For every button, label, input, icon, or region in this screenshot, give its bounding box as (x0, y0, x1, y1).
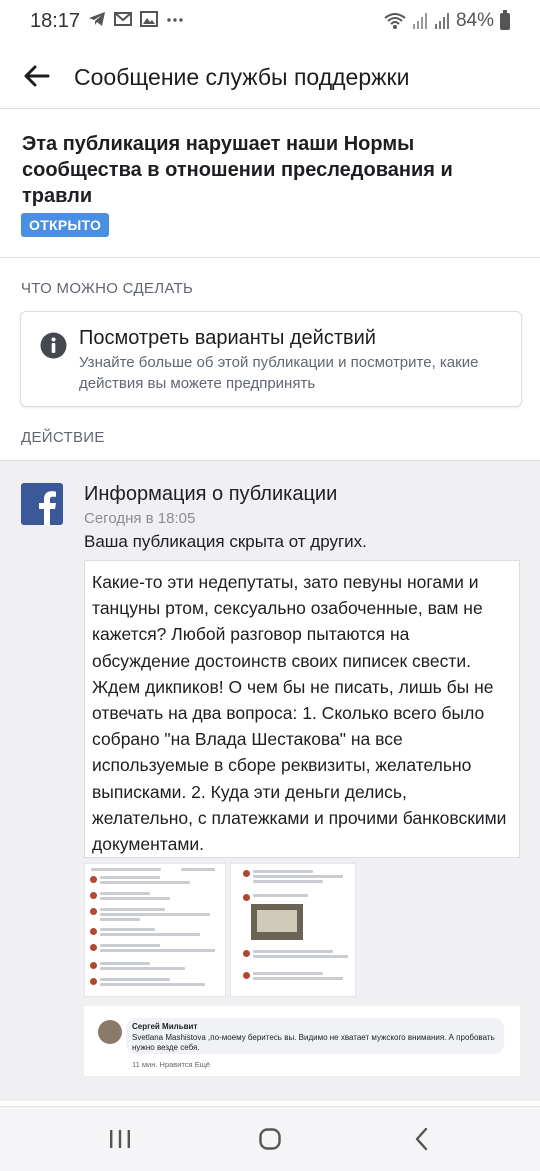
attached-screenshot-2[interactable] (230, 863, 356, 997)
section-label-action: ДЕЙСТВИЕ (21, 429, 105, 446)
status-time: 18:17 (30, 10, 81, 32)
back-nav-icon[interactable] (402, 1123, 442, 1155)
attached-screenshot-1[interactable] (84, 863, 226, 997)
gallery-icon (140, 11, 158, 27)
activity-item: Информация о публикации Сегодня в 18:05 … (0, 460, 540, 1101)
facebook-logo-icon (21, 483, 63, 525)
comment-bubble: Сергей Мильвит Svetlana Mashistova ,по-м… (126, 1018, 504, 1054)
back-arrow-icon[interactable] (22, 62, 50, 90)
info-icon (40, 332, 67, 359)
telegram-icon (89, 12, 105, 26)
page-title: Сообщение службы поддержки (74, 64, 410, 90)
post-text: Какие-то эти недепутаты, зато певуны ног… (92, 572, 507, 855)
status-badge: ОТКРЫТО (21, 213, 110, 237)
system-nav-bar (0, 1106, 540, 1171)
status-bar: 18:17 84% (0, 0, 540, 44)
battery-percent: 84% (455, 10, 494, 31)
gmail-icon (114, 12, 132, 26)
options-title: Посмотреть варианты действий (79, 327, 376, 349)
more-dots-icon (167, 18, 183, 22)
signal-icon-2 (434, 13, 449, 29)
violation-headline: Эта публикация нарушает наши Нормы сообщ… (22, 133, 453, 207)
section-label-what-can-do: ЧТО МОЖНО СДЕЛАТЬ (21, 280, 194, 297)
app-bar: Сообщение службы поддержки (0, 44, 540, 109)
activity-description: Ваша публикация скрыта от других. (84, 532, 367, 551)
options-subtitle: Узнайте больше об этой публикации и посм… (79, 354, 479, 392)
comment-text: Svetlana Mashistova ,по-моему беритесь в… (132, 1033, 495, 1052)
recent-apps-icon[interactable] (100, 1123, 140, 1155)
wifi-icon (384, 13, 406, 29)
battery-icon (500, 9, 510, 30)
post-content-box: Какие-то эти недепутаты, зато певуны ног… (84, 560, 520, 858)
activity-title: Информация о публикации (84, 483, 338, 505)
comment-meta: 11 мин. Нравится Ещё (132, 1060, 211, 1069)
activity-timestamp: Сегодня в 18:05 (84, 510, 196, 527)
signal-icon (412, 13, 427, 29)
comment-author: Сергей Мильвит (132, 1022, 198, 1031)
violation-header: Эта публикация нарушает наши Нормы сообщ… (0, 109, 540, 258)
avatar (98, 1020, 122, 1044)
home-icon[interactable] (250, 1123, 290, 1155)
view-options-card[interactable]: Посмотреть варианты действий Узнайте бол… (20, 311, 522, 407)
comment-screenshot[interactable]: Сергей Мильвит Svetlana Mashistova ,по-м… (84, 1006, 520, 1076)
